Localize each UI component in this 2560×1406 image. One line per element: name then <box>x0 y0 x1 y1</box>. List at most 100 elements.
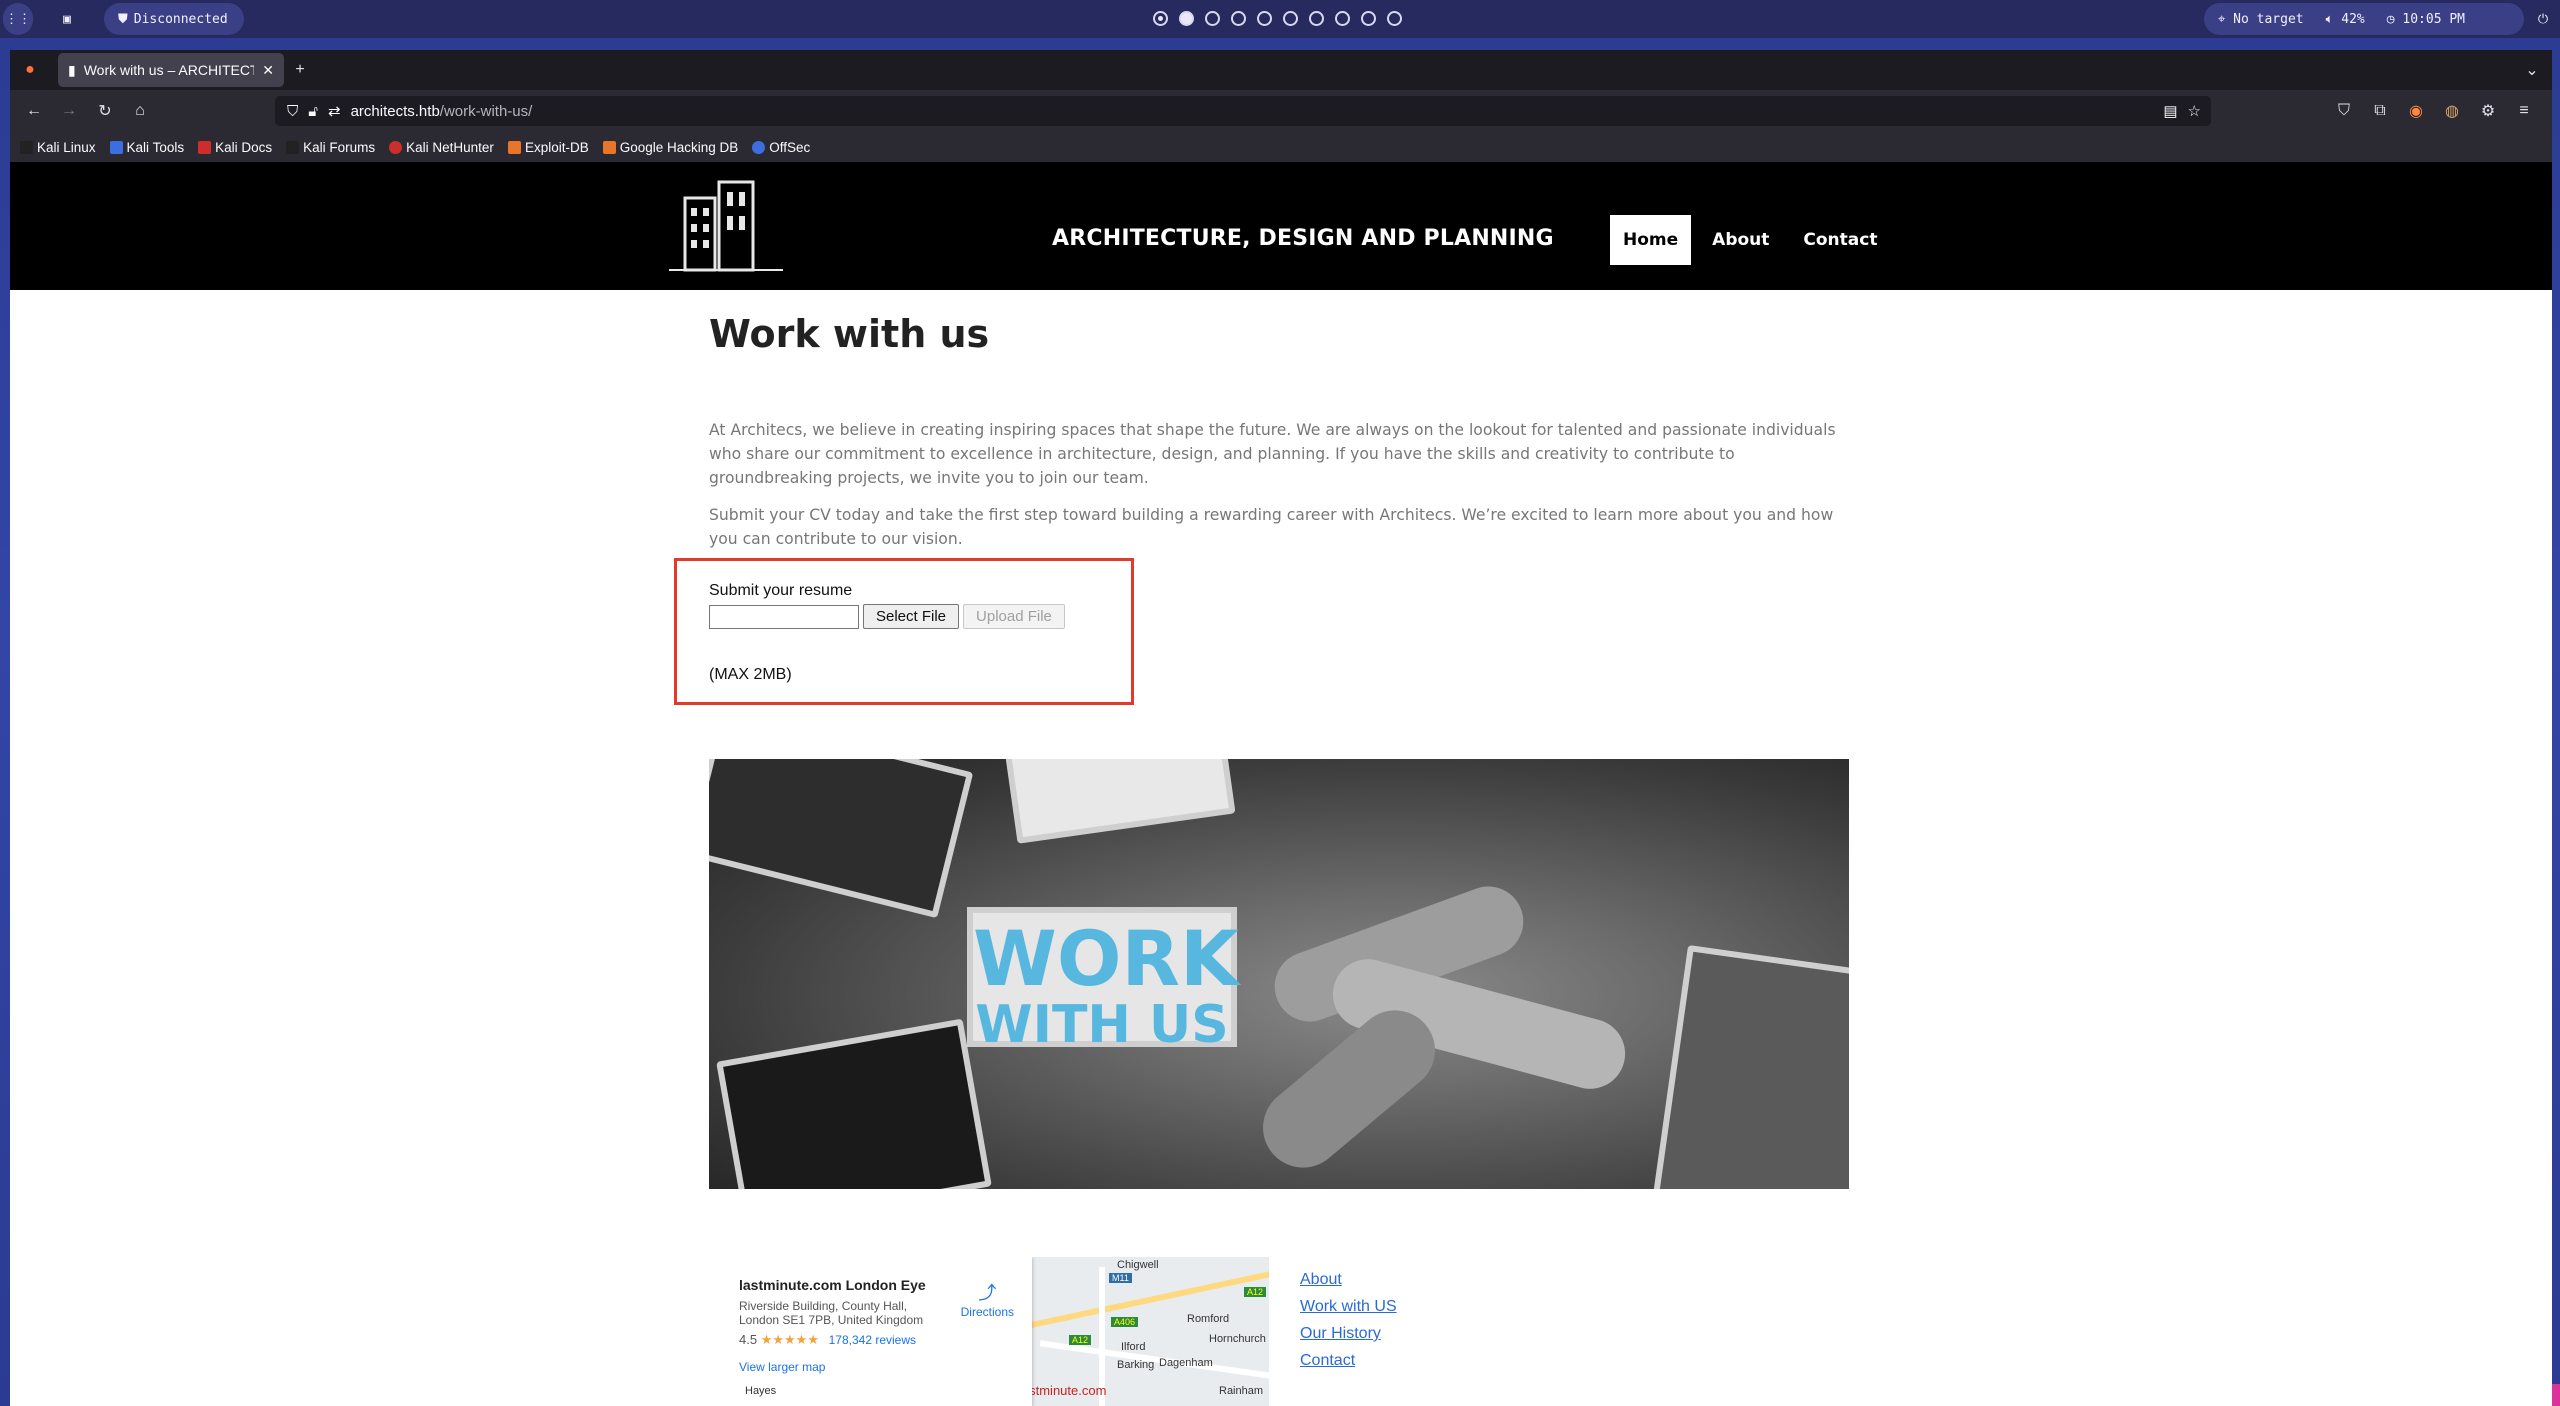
workspace-6[interactable] <box>1283 11 1298 26</box>
bookmark-kali-docs[interactable]: Kali Docs <box>198 140 272 155</box>
architects-logo[interactable] <box>667 178 785 274</box>
view-larger-map-link[interactable]: View larger map <box>739 1360 1012 1374</box>
directions-label: Directions <box>960 1305 1014 1319</box>
site-title: ARCHITECTURE, DESIGN AND PLANNING <box>1052 226 1554 251</box>
laptop-image <box>709 759 974 919</box>
workspace-2[interactable] <box>1179 11 1194 26</box>
nav-about[interactable]: About <box>1699 215 1782 265</box>
directions-icon: ⤴ <box>978 1283 997 1303</box>
reader-view-icon[interactable]: ▤ <box>2163 102 2177 120</box>
bookmark-exploit-db[interactable]: Exploit-DB <box>507 140 589 155</box>
exploit-db-icon <box>507 140 521 154</box>
tracking-shield-icon[interactable]: ⛉ <box>287 103 298 120</box>
map-label-ilford: Ilford <box>1121 1341 1146 1353</box>
road-sign-a12: A12 <box>1244 1287 1267 1297</box>
kali-tools-icon <box>109 140 123 154</box>
footer-link-work-with-us[interactable]: Work with US <box>1300 1298 1397 1316</box>
workspace-4[interactable] <box>1231 11 1246 26</box>
workspace-5[interactable] <box>1257 11 1272 26</box>
footer-link-contact[interactable]: Contact <box>1300 1352 1397 1370</box>
main-nav: Home About Contact <box>1610 215 1890 265</box>
permissions-icon[interactable]: ⇄ <box>328 102 341 120</box>
bookmark-kali-nethunter[interactable]: Kali NetHunter <box>389 140 494 155</box>
workspace-1[interactable] <box>1153 11 1168 26</box>
vpn-status[interactable]: ⛊ Disconnected <box>104 3 244 35</box>
map-info-card: lastminute.com London Eye Riverside Buil… <box>719 1257 1032 1406</box>
road-sign-m11: M11 <box>1109 1273 1132 1283</box>
window-icon[interactable]: ▣ <box>52 3 82 35</box>
map-label-romford: Romford <box>1187 1313 1230 1325</box>
workspace-3[interactable] <box>1205 11 1220 26</box>
bookmark-kali-linux[interactable]: Kali Linux <box>20 140 96 155</box>
bookmark-star-icon[interactable]: ☆ <box>2188 102 2201 120</box>
footer-link-our-history[interactable]: Our History <box>1300 1325 1397 1343</box>
extension-settings-icon[interactable]: ⚙ <box>2476 99 2500 123</box>
kali-dragon-icon <box>20 140 33 154</box>
extensions-icon[interactable]: ⧉ <box>2368 99 2392 123</box>
home-icon[interactable]: ⌂ <box>128 99 152 123</box>
map-label-chigwell: Chigwell <box>1117 1259 1159 1271</box>
browser-window: ● ▮ Work with us – ARCHITECT ✕ + ⌄ ← → ↻… <box>10 50 2552 1406</box>
page-title: Work with us <box>709 312 990 356</box>
forward-icon[interactable]: → <box>57 99 81 123</box>
workspace-9[interactable] <box>1361 11 1376 26</box>
sign-line-1: WORK <box>973 914 1239 1003</box>
status-group: ⌖ No target 🔈︎ 42% ◷ 10:05 PM <box>2204 3 2524 35</box>
top-panel: ⋮⋮ ▣ ⛊ Disconnected ⌖ No target 🔈︎ 42% ◷… <box>0 0 2560 38</box>
bookmark-offsec[interactable]: OffSec <box>752 140 810 155</box>
site-header: ARCHITECTURE, DESIGN AND PLANNING Home A… <box>10 162 2552 290</box>
file-name-field[interactable] <box>709 604 859 629</box>
app-menu-icon[interactable]: ≡ <box>2512 99 2536 123</box>
shield-icon: ⛊ <box>118 11 128 27</box>
pocket-icon[interactable]: ⛉ <box>2332 99 2356 123</box>
bookmark-kali-forums[interactable]: Kali Forums <box>286 140 375 155</box>
volume-status[interactable]: 🔈︎ 42% <box>2326 12 2365 27</box>
firefox-icon[interactable]: ● <box>18 58 42 82</box>
kali-docs-icon <box>198 140 212 154</box>
clock[interactable]: ◷ 10:05 PM <box>2387 12 2465 27</box>
cv-paragraph: Submit your CV today and take the first … <box>709 506 1834 548</box>
map-label-dagenham: Dagenham <box>1159 1357 1213 1369</box>
resume-label: Submit your resume <box>709 582 853 599</box>
target-status[interactable]: ⌖ No target <box>2218 12 2304 27</box>
url-bar[interactable]: ⛉ 🔓︎ ⇄ architects.htb/work-with-us/ ▤ ☆ <box>275 96 2211 126</box>
tab-work-with-us[interactable]: ▮ Work with us – ARCHITECT ✕ <box>58 53 284 87</box>
directions-button[interactable]: ⤴ Directions <box>961 1279 1014 1319</box>
power-icon[interactable]: ⏻ <box>2530 3 2556 35</box>
workspace-7[interactable] <box>1309 11 1324 26</box>
web-page: ARCHITECTURE, DESIGN AND PLANNING Home A… <box>10 162 2552 1406</box>
nav-home[interactable]: Home <box>1610 215 1692 265</box>
back-icon[interactable]: ← <box>22 99 46 123</box>
tablet-image <box>716 1018 992 1189</box>
footer-link-about[interactable]: About <box>1300 1271 1397 1289</box>
intro-paragraph: At Architecs, we believe in creating ins… <box>709 421 1836 487</box>
embedded-map[interactable]: Chigwell Romford Hornchurch Ilford Barki… <box>719 1257 1269 1406</box>
max-size-note: (MAX 2MB) <box>709 666 792 683</box>
file-row: Select File Upload File <box>709 604 1065 629</box>
extension-cookie-icon[interactable]: ◍ <box>2440 99 2464 123</box>
ghdb-icon <box>602 140 616 154</box>
map-label-barking: Barking <box>1117 1359 1155 1371</box>
extension-foxyproxy-icon[interactable]: ◉ <box>2404 99 2428 123</box>
bookmark-kali-tools[interactable]: Kali Tools <box>109 140 184 155</box>
lock-icon[interactable]: 🔓︎ <box>308 103 318 120</box>
workspace-8[interactable] <box>1335 11 1350 26</box>
upload-file-button[interactable]: Upload File <box>963 604 1065 629</box>
map-reviews-link[interactable]: 178,342 reviews <box>829 1333 916 1347</box>
apps-menu-icon[interactable]: ⋮⋮ <box>3 3 33 35</box>
nav-contact[interactable]: Contact <box>1790 215 1890 265</box>
new-tab-icon[interactable]: + <box>288 58 312 82</box>
workspace-10[interactable] <box>1387 11 1402 26</box>
close-tab-icon[interactable]: ✕ <box>262 62 274 79</box>
main-content: Work with us At Architecs, we believe in… <box>709 312 1854 564</box>
site-footer: Chigwell Romford Hornchurch Ilford Barki… <box>10 1257 2552 1406</box>
reload-icon[interactable]: ↻ <box>93 99 117 123</box>
map-label-hornchurch: Hornchurch <box>1209 1333 1266 1345</box>
bookmarks-toolbar: Kali Linux Kali Tools Kali Docs Kali For… <box>10 132 2552 162</box>
select-file-button[interactable]: Select File <box>863 604 960 629</box>
map-rating: 4.5 <box>739 1332 758 1347</box>
sign-line-2: WITH US <box>975 995 1229 1055</box>
nethunter-icon <box>389 140 403 154</box>
list-tabs-icon[interactable]: ⌄ <box>2520 58 2544 82</box>
bookmark-google-hacking-db[interactable]: Google Hacking DB <box>602 140 738 155</box>
